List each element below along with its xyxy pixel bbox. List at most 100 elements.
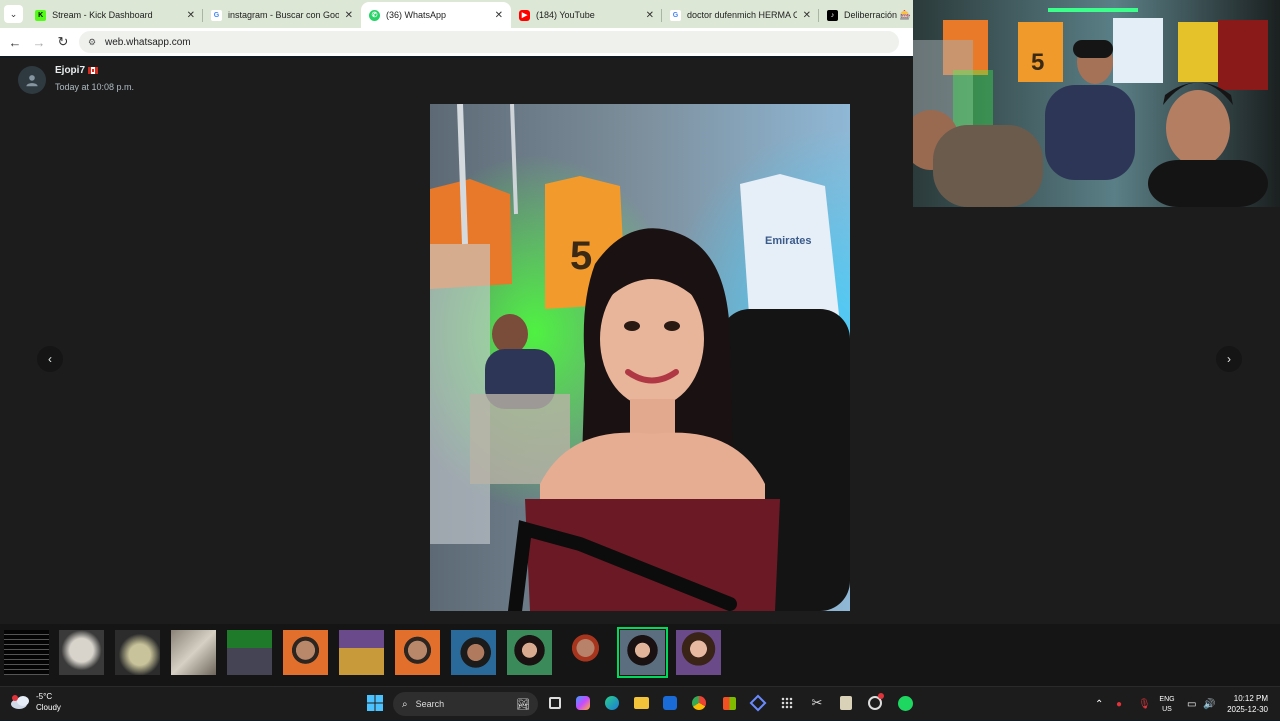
thumbnail[interactable] — [283, 630, 328, 675]
notepad-icon[interactable] — [837, 694, 855, 712]
media-image: 5 Emirates — [430, 104, 850, 611]
svg-text:Emirates: Emirates — [765, 235, 811, 247]
thumbnail[interactable] — [4, 630, 49, 675]
close-icon[interactable]: ✕ — [797, 10, 811, 21]
thumbnail[interactable] — [451, 630, 496, 675]
tab-tiktok[interactable]: ♪ Deliberración 🎰 🔪 — [819, 2, 913, 28]
thumbnail[interactable] — [115, 630, 160, 675]
weather-widget[interactable]: -5°C Cloudy — [10, 691, 61, 713]
thumbnail[interactable] — [676, 630, 721, 675]
url-text: web.whatsapp.com — [105, 36, 191, 48]
network-tool-icon[interactable] — [749, 694, 767, 712]
show-hidden-icons-button[interactable]: ⌃ — [1095, 687, 1103, 721]
clock-time: 10:12 PM — [1233, 694, 1268, 703]
address-bar[interactable]: ⚙ web.whatsapp.com — [79, 31, 899, 53]
obs-icon[interactable] — [866, 693, 884, 712]
thumbnail[interactable] — [395, 630, 440, 675]
back-button[interactable]: ← — [3, 30, 27, 54]
tab-kick-dashboard[interactable]: K Stream - Kick Dashboard ✕ — [27, 2, 203, 28]
site-info-icon[interactable]: ⚙ — [85, 35, 99, 49]
tab-search-button[interactable]: ⌄ — [4, 5, 24, 23]
tab-title: Deliberración 🎰 🔪 — [843, 9, 913, 20]
thumbnail[interactable] — [59, 630, 104, 675]
search-icon: ⌕ — [402, 698, 408, 710]
person-icon — [26, 75, 38, 87]
close-icon[interactable]: ✕ — [339, 10, 353, 21]
tab-title: (36) WhatsApp — [386, 10, 447, 20]
task-view-icon[interactable] — [546, 694, 564, 712]
search-highlight-icon: 🏞 — [516, 698, 530, 711]
thumbnail-selected[interactable] — [617, 627, 668, 678]
webcam-illustration: 5 — [913, 0, 1280, 207]
avatar[interactable] — [18, 66, 46, 94]
language-indicator[interactable]: ENG US — [1157, 695, 1177, 715]
weather-temperature: -5°C — [36, 692, 53, 701]
app-tray-icon[interactable]: ● — [1116, 687, 1122, 721]
svg-text:5: 5 — [1031, 49, 1044, 76]
outlook-icon[interactable] — [661, 694, 679, 712]
tab-title: (184) YouTube — [536, 10, 595, 20]
youtube-icon: ▶ — [519, 9, 531, 21]
thumbnail[interactable] — [563, 630, 608, 675]
whatsapp-icon: ✆ — [369, 9, 380, 21]
close-icon[interactable]: ✕ — [489, 10, 503, 21]
system-clock[interactable]: 10:12 PM 2025-12-30 — [1222, 693, 1268, 715]
chevron-down-icon: ⌄ — [9, 8, 18, 19]
forward-button[interactable]: → — [27, 30, 51, 54]
tab-title: doctor dufenmich HERMA O - G — [686, 10, 797, 20]
tab-whatsapp[interactable]: ✆ (36) WhatsApp ✕ — [361, 2, 512, 28]
thumbnail[interactable] — [339, 630, 384, 675]
chevron-right-icon: › — [1227, 352, 1231, 366]
message-timestamp: Today at 10:08 p.m. — [55, 82, 135, 92]
windows-icon — [367, 695, 383, 711]
close-icon[interactable]: ✕ — [181, 10, 195, 21]
google-icon: G — [211, 9, 222, 21]
tab-title: Stream - Kick Dashboard — [52, 10, 153, 20]
reload-icon: ↻ — [57, 34, 69, 49]
webcam-overlay: 5 — [913, 0, 1280, 207]
arrow-left-icon: ← — [8, 34, 22, 50]
app-grid-icon[interactable] — [778, 694, 796, 712]
edge-icon[interactable] — [603, 694, 621, 712]
tools-icon[interactable]: ✂ — [808, 694, 826, 712]
tab-instagram-search[interactable]: G instagram - Buscar con Google ✕ — [203, 2, 361, 28]
tab-strip: ⌄ K Stream - Kick Dashboard ✕ G instagra… — [0, 0, 913, 28]
canada-flag-icon — [88, 66, 99, 74]
spotify-icon[interactable] — [896, 694, 914, 712]
tiktok-icon: ♪ — [826, 9, 838, 21]
chevron-up-icon: ⌃ — [1095, 698, 1104, 710]
clock-date: 2025-12-30 — [1227, 705, 1268, 714]
tab-title: instagram - Buscar con Google — [228, 10, 339, 20]
close-icon[interactable]: ✕ — [640, 10, 654, 21]
taskbar-search[interactable]: ⌕ Search 🏞 — [393, 692, 538, 716]
sender-info: Ejopi7 Today at 10:08 p.m. — [18, 64, 134, 94]
thumbnail[interactable] — [507, 630, 552, 675]
next-media-button[interactable]: › — [1216, 346, 1242, 372]
reload-button[interactable]: ↻ — [51, 30, 75, 54]
tab-google-search[interactable]: G doctor dufenmich HERMA O - G ✕ — [662, 2, 819, 28]
photo-illustration: 5 Emirates — [430, 104, 850, 611]
network-icon[interactable]: ▭ — [1187, 687, 1196, 721]
thumbnail[interactable] — [171, 630, 216, 675]
cloudy-icon — [10, 694, 32, 710]
start-button[interactable] — [366, 694, 384, 712]
microphone-icon[interactable]: 🎙 — [1138, 687, 1151, 721]
tab-youtube[interactable]: ▶ (184) YouTube ✕ — [511, 2, 662, 28]
volume-icon[interactable]: 🔊 — [1203, 687, 1215, 721]
previous-media-button[interactable]: ‹ — [37, 346, 63, 372]
thumbnail-strip — [0, 624, 1280, 686]
thumbnail[interactable] — [227, 630, 272, 675]
copilot-icon[interactable] — [574, 694, 592, 712]
sender-name: Ejopi7 — [55, 65, 134, 76]
file-explorer-icon[interactable] — [632, 694, 650, 712]
svg-text:5: 5 — [570, 234, 592, 278]
chrome-icon[interactable] — [690, 694, 708, 712]
browser-toolbar: ← → ↻ ⚙ web.whatsapp.com — [0, 28, 913, 56]
microsoft-store-icon[interactable] — [720, 694, 738, 712]
kick-icon: K — [35, 9, 47, 21]
weather-description: Cloudy — [36, 703, 61, 712]
chevron-left-icon: ‹ — [48, 352, 52, 366]
google-icon: G — [669, 9, 681, 21]
taskbar: -5°C Cloudy ⌕ Search 🏞 ✂ ⌃ ● 🎙 ENG US ▭ … — [0, 686, 1280, 720]
search-label: Search — [415, 699, 445, 709]
